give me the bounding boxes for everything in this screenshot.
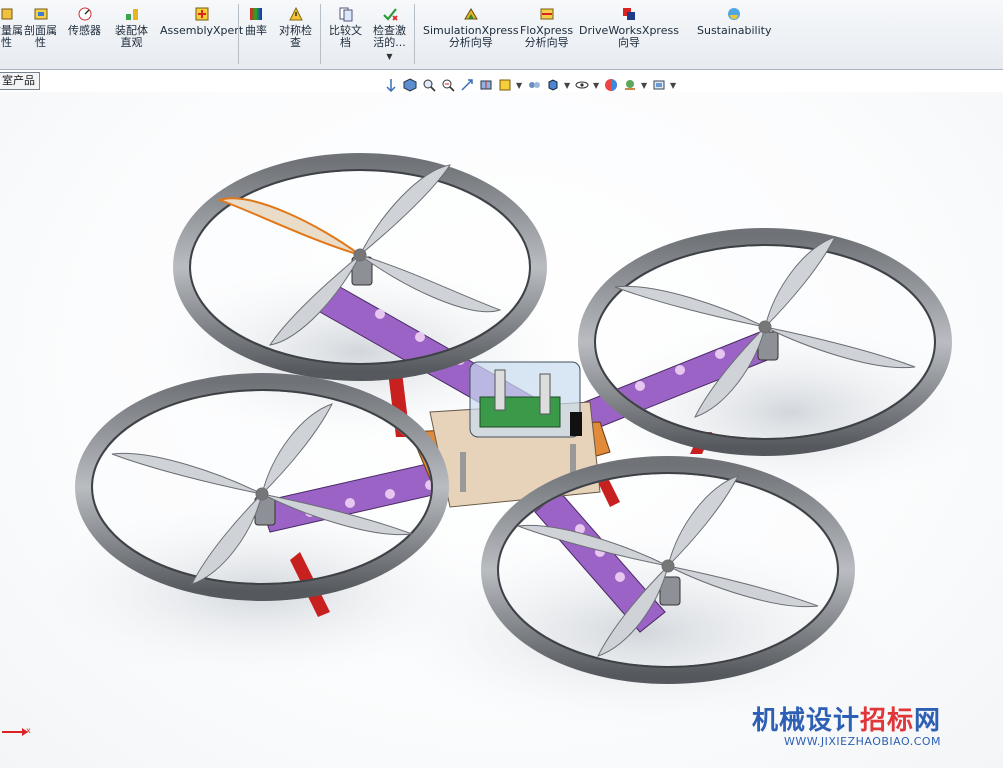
assemblyxpert-icon <box>195 7 209 21</box>
chevron-down-icon[interactable]: ▼ <box>516 81 523 90</box>
reference-triad[interactable]: x <box>2 724 32 744</box>
compare-documents-icon <box>339 7 352 22</box>
chevron-down-icon[interactable]: ▼ <box>564 81 571 90</box>
apply-scene-icon[interactable] <box>622 77 638 93</box>
ribbon-separator <box>238 4 239 64</box>
sensor-icon <box>78 7 91 21</box>
display-style-icon[interactable] <box>545 77 561 93</box>
chevron-down-icon[interactable]: ▼ <box>593 81 600 90</box>
sustainability-button[interactable]: Sustainability <box>697 6 771 37</box>
mass-properties-icon <box>1 8 12 20</box>
button-label: 档 <box>340 36 351 49</box>
section-properties-icon <box>34 8 47 20</box>
watermark-title: 机械设计招标网 <box>752 700 941 737</box>
button-label: 分析向导 <box>524 36 569 49</box>
graphics-viewport[interactable] <box>0 92 1003 768</box>
compare-documents-button[interactable]: 比较文 档 <box>329 6 362 49</box>
shadow <box>590 322 990 502</box>
quadcopter-model <box>30 153 990 732</box>
button-label: 向导 <box>617 36 640 49</box>
view-settings-icon[interactable] <box>651 77 667 93</box>
previous-view-icon[interactable] <box>459 77 475 93</box>
button-label: 直观 <box>120 36 143 49</box>
watermark-text: 网 <box>914 706 942 736</box>
chevron-down-icon[interactable]: ▼ <box>386 51 392 63</box>
simulationxpress-icon <box>463 8 478 20</box>
curvature-icon <box>250 8 262 20</box>
edit-appearance-icon[interactable] <box>603 77 619 93</box>
assembly-visualization-button[interactable]: 装配体 直观 <box>115 6 148 49</box>
evaluate-ribbon: 质量属 性 剖面属 性 传感器 装配体 直观 AssemblyXpert 曲率 … <box>0 0 1003 70</box>
site-watermark: 机械设计招标网 WWW.JIXIEZHAOBIAO.COM <box>752 700 941 748</box>
view-orientation-icon[interactable] <box>383 77 399 93</box>
standard-views-icon[interactable] <box>402 77 418 93</box>
zoom-to-area-icon[interactable] <box>440 77 456 93</box>
button-label: AssemblyXpert <box>160 24 244 37</box>
feature-tree-tab[interactable]: 室产品 <box>0 72 40 90</box>
floxpress-button[interactable]: FloXpress 分析向导 <box>520 6 573 49</box>
view-orientation-icon[interactable] <box>526 77 542 93</box>
watermark-text: 机械设计 <box>752 706 861 736</box>
floxpress-icon <box>540 8 554 20</box>
watermark-url: WWW.JIXIEZHAOBIAO.COM <box>784 735 942 748</box>
mass-properties-button[interactable]: 质量属 性 <box>0 6 23 49</box>
zoom-to-fit-icon[interactable] <box>421 77 437 93</box>
button-label: 传感器 <box>68 24 101 37</box>
sustainability-icon <box>728 8 741 20</box>
button-label: 查 <box>290 36 301 49</box>
button-label: 性 <box>35 36 46 49</box>
sensor-button[interactable]: 传感器 <box>68 6 101 37</box>
ribbon-separator <box>414 4 415 64</box>
chevron-down-icon[interactable]: ▼ <box>670 81 677 90</box>
ribbon-separator <box>320 4 321 64</box>
section-properties-button[interactable]: 剖面属 性 <box>24 6 57 49</box>
button-label: 分析向导 <box>448 36 493 49</box>
button-label: Sustainability <box>697 24 772 37</box>
symmetry-check-button[interactable]: 对称检 查 <box>279 6 312 49</box>
symmetry-check-icon <box>288 6 303 21</box>
triad-axis-label: x <box>26 726 31 735</box>
button-label: 活的... <box>373 36 406 49</box>
driveworksxpress-icon <box>622 8 635 20</box>
heads-up-view-toolbar: ▼ ▼ ▼ ▼ ▼ <box>383 77 677 93</box>
check-active-document-button[interactable]: 检查激 活的... ▼ <box>373 6 406 63</box>
curvature-button[interactable]: 曲率 <box>245 6 267 37</box>
assemblyxpert-button[interactable]: AssemblyXpert <box>160 6 243 37</box>
dynamic-annotation-icon[interactable] <box>497 77 513 93</box>
assembly-visualization-icon <box>125 9 138 20</box>
section-view-icon[interactable] <box>478 77 494 93</box>
chevron-down-icon[interactable]: ▼ <box>641 81 648 90</box>
watermark-text: 招标 <box>860 706 915 736</box>
driveworksxpress-button[interactable]: DriveWorksXpress 向导 <box>579 6 679 49</box>
check-active-icon <box>382 8 398 21</box>
button-label: 曲率 <box>245 24 267 37</box>
button-label: 性 <box>1 36 12 49</box>
hide-show-items-icon[interactable] <box>574 77 590 93</box>
simulationxpress-button[interactable]: SimulationXpress 分析向导 <box>423 6 519 49</box>
